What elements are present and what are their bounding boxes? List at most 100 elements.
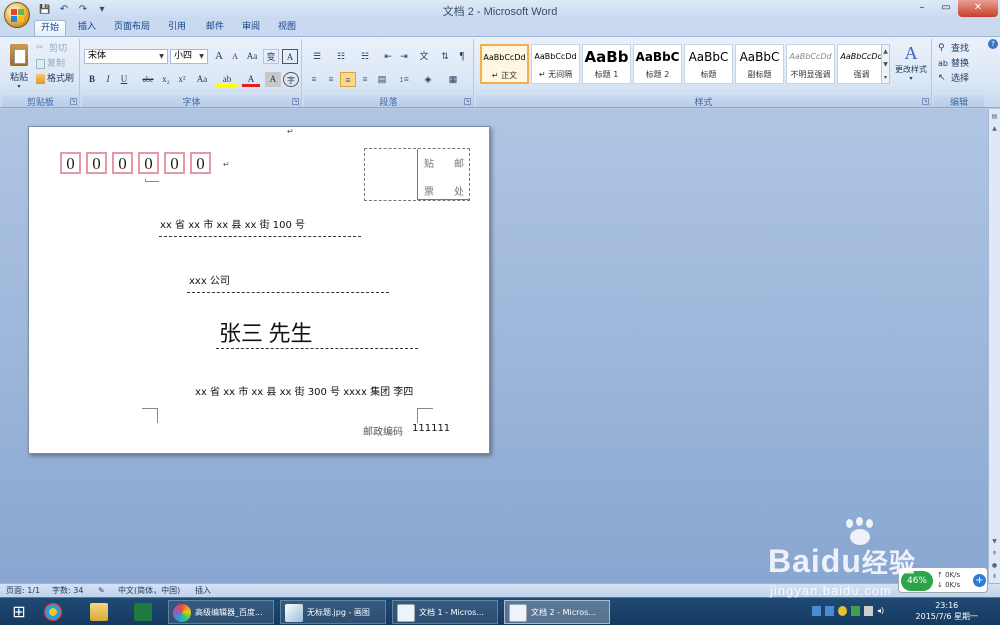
tab-view[interactable]: 视图 (272, 20, 302, 36)
style-subtitle[interactable]: AaBbC 副标题 (735, 44, 784, 84)
scroll-up-icon[interactable]: ▲ (990, 124, 999, 134)
scroll-down-icon[interactable]: ▼ (990, 537, 999, 547)
enclose-character-button[interactable]: 字 (283, 72, 299, 87)
paste-button[interactable]: 粘贴 ▾ (6, 42, 32, 90)
volume-icon[interactable]: ◂) (877, 606, 886, 616)
style-normal[interactable]: AaBbCcDd ↵ 正文 (480, 44, 529, 84)
copy-icon (36, 58, 45, 69)
styles-gallery-scroll[interactable]: ▲ ▼ ▾ (881, 44, 890, 84)
change-case-button[interactable]: Aa (192, 72, 212, 87)
file-explorer-button[interactable] (86, 600, 116, 624)
paragraph-launcher-icon[interactable]: ↘ (464, 98, 471, 105)
taskbar-item[interactable]: 文档 1 - Micros... (392, 600, 498, 624)
tab-review[interactable]: 审阅 (236, 20, 266, 36)
copy-button[interactable]: 复制 (36, 57, 65, 71)
clipboard-launcher-icon[interactable]: ↘ (70, 98, 77, 105)
align-left-button[interactable]: ≡ (306, 72, 322, 87)
distribute-icon: ▤ (377, 74, 387, 84)
style-subtle-emphasis[interactable]: AaBbCcDd 不明显强调 (786, 44, 835, 84)
font-name-select[interactable]: 宋体 ▼ (84, 49, 168, 64)
show-marks-button[interactable]: ¶ (454, 49, 470, 64)
style-heading-2[interactable]: AaBbC 标题 2 (633, 44, 682, 84)
style-title[interactable]: AaBbC 标题 (684, 44, 733, 84)
character-shading-button[interactable]: A (265, 72, 281, 87)
numbering-button[interactable]: ☷ (330, 49, 352, 64)
justify-button[interactable]: ≡ (357, 72, 373, 87)
styles-launcher-icon[interactable]: ↘ (922, 98, 929, 105)
shading-button[interactable]: ◈ (418, 72, 438, 87)
ruler-toggle-icon[interactable]: ▤ (990, 112, 999, 122)
previous-page-icon[interactable]: ⇞ (990, 549, 999, 559)
close-button[interactable]: ✕ (958, 0, 998, 17)
minimize-button[interactable]: – (910, 0, 934, 17)
office-button[interactable] (4, 2, 30, 28)
style-heading-1[interactable]: AaBb 标题 1 (582, 44, 631, 84)
character-border-button[interactable]: A (282, 49, 298, 64)
tab-references[interactable]: 引用 (162, 20, 192, 36)
italic-button[interactable]: I (100, 72, 116, 87)
sender-postcode: 111111 (412, 423, 451, 434)
vertical-scrollbar[interactable]: ▤ ▲ ▼ ⇞ ● ⇟ (988, 109, 1000, 583)
accelerate-icon[interactable]: + (973, 574, 986, 587)
font-launcher-icon[interactable]: ↘ (292, 98, 299, 105)
bullets-button[interactable]: ☰ (306, 49, 328, 64)
shield-icon[interactable] (851, 606, 860, 616)
underline-button[interactable]: U (116, 72, 132, 87)
page-count[interactable]: 页面: 1/1 (6, 585, 40, 597)
align-right-button[interactable]: ≡ (340, 72, 356, 87)
line-spacing-button[interactable]: ↕≡ (394, 72, 414, 87)
spellcheck-icon[interactable]: ✎ (98, 585, 105, 597)
browse-object-icon[interactable]: ● (990, 561, 999, 571)
multilevel-list-button[interactable]: ☵ (354, 49, 376, 64)
ribbon-help-icon[interactable]: ? (988, 39, 998, 49)
language-indicator[interactable]: 中文(简体，中国) (118, 585, 180, 597)
start-button[interactable]: ⊞ (6, 600, 32, 624)
insert-mode[interactable]: 插入 (195, 585, 211, 597)
format-painter-button[interactable]: 格式刷 (36, 72, 74, 86)
postcode-box: 0 (164, 152, 185, 174)
highlight-button[interactable]: ab (216, 72, 238, 87)
style-emphasis[interactable]: AaBbCcDd 强调 (837, 44, 886, 84)
word-count[interactable]: 字数: 34 (52, 585, 83, 597)
borders-button[interactable]: ▦ (442, 72, 464, 87)
strikethrough-button[interactable]: abe (138, 72, 158, 87)
stamp-area: 贴 邮 票 处 (364, 148, 470, 201)
taskbar-item-active[interactable]: 文档 2 - Micros... (504, 600, 610, 624)
maximize-button[interactable]: ▭ (934, 0, 958, 17)
decrease-indent-button[interactable]: ⇤ (380, 49, 396, 64)
bold-button[interactable]: B (84, 72, 100, 87)
clear-format-button[interactable]: Aa (244, 49, 260, 64)
sort-button[interactable]: ⇅ (437, 49, 453, 64)
pinned-app[interactable] (40, 600, 70, 624)
replace-button[interactable]: ab 替换 (938, 57, 969, 71)
network-icon[interactable] (864, 606, 873, 616)
font-color-button[interactable]: A (242, 72, 260, 87)
tab-insert[interactable]: 插入 (72, 20, 102, 36)
grow-font-button[interactable]: A (211, 49, 227, 64)
document-page[interactable]: ↵ 0 0 0 0 0 0 ↵ 贴 邮 票 处 xx 省 xx 市 xx 县 x… (28, 126, 490, 454)
superscript-button[interactable]: x² (174, 72, 190, 87)
font-size-select[interactable]: 小四 ▼ (170, 49, 208, 64)
tray-icon[interactable] (838, 606, 847, 616)
tray-icon[interactable] (825, 606, 834, 616)
align-center-button[interactable]: ≡ (323, 72, 339, 87)
taskbar-item[interactable]: 高级编辑器_百度... (168, 600, 274, 624)
tray-icon[interactable] (812, 606, 821, 616)
cut-button[interactable]: ✂ 剪切 (36, 42, 67, 56)
increase-indent-button[interactable]: ⇥ (396, 49, 412, 64)
change-styles-button[interactable]: A 更改样式 ▾ (892, 42, 930, 82)
tab-page-layout[interactable]: 页面布局 (110, 20, 154, 36)
find-button[interactable]: ⚲ 查找 (938, 42, 969, 56)
style-no-spacing[interactable]: AaBbCcDd ↵ 无间隔 (531, 44, 580, 84)
distribute-button[interactable]: ▤ (374, 72, 390, 87)
shrink-font-button[interactable]: A (227, 49, 243, 64)
select-button[interactable]: ↖ 选择 (938, 72, 969, 86)
phonetic-guide-button[interactable]: 变 (263, 49, 279, 64)
tab-mailings[interactable]: 邮件 (200, 20, 230, 36)
subscript-button[interactable]: x₂ (158, 72, 174, 87)
next-page-icon[interactable]: ⇟ (990, 572, 999, 582)
chinese-layout-button[interactable]: 文 (414, 49, 434, 64)
taskbar-item[interactable]: 无标题.jpg - 画图 (280, 600, 386, 624)
tab-home[interactable]: 开始 (34, 20, 66, 36)
excel-button[interactable] (130, 600, 160, 624)
